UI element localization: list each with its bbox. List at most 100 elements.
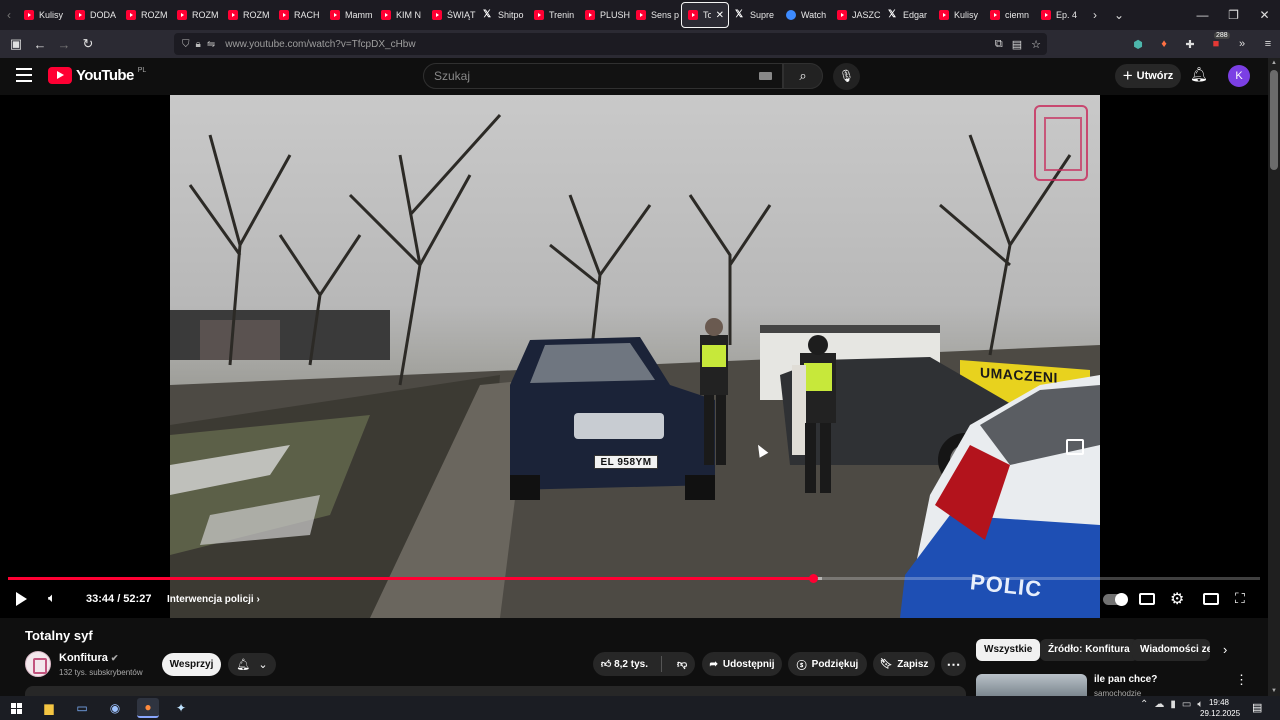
search-input[interactable]: Szukaj [423,63,783,89]
browser-tab[interactable]: KIM N [375,2,426,28]
video-frame[interactable]: EL 958YM UMACZENI POLIC [170,95,1100,618]
browser-tab[interactable]: 𝕏 Supre [729,2,780,28]
overflow-menu-icon[interactable]: » [1232,38,1252,50]
subtitles-icon[interactable] [1139,593,1155,605]
guide-menu-icon[interactable] [16,68,32,82]
app-menu-icon[interactable]: ≡ [1258,38,1278,50]
video-player[interactable]: EL 958YM UMACZENI POLIC 🔈︎ 33:44 / 52:27… [0,95,1268,618]
theater-mode-icon[interactable] [1203,593,1219,605]
close-tab-icon[interactable]: ✕ [716,10,724,21]
minimize-icon[interactable]: — [1187,8,1218,22]
autoplay-toggle[interactable] [1103,593,1128,606]
more-actions-icon[interactable]: ⋯ [941,652,966,676]
settings-gear-icon[interactable]: ⚙HD [1170,589,1184,609]
scroll-up-icon[interactable]: ▲ [1271,60,1277,66]
browser-tab[interactable]: Kulisy [933,2,984,28]
notifications-bell-icon[interactable]: 🔔︎ [1190,66,1208,83]
computer-icon[interactable]: ▭ [71,698,93,718]
keyboard-icon[interactable] [759,72,772,80]
account-avatar[interactable]: K [1228,65,1250,87]
firefox-icon[interactable]: ● [137,698,159,718]
steam-icon[interactable]: ◉ [104,698,126,718]
tray-overflow-icon[interactable]: ⌃ [1140,699,1148,710]
channel-name[interactable]: Konfitura ✔ [59,652,118,664]
picture-in-picture-icon[interactable]: ⧉ [995,38,1003,51]
notifications-icon[interactable]: ▤ [1252,701,1262,714]
progress-bar[interactable] [8,574,1260,583]
browser-tab[interactable]: ciemn [984,2,1035,28]
thanks-button[interactable]: ⓢ Podziękuj [788,652,867,676]
mic-tray-icon[interactable]: ▮ [1170,699,1176,710]
reload-icon[interactable]: ↻ [76,36,100,52]
support-button[interactable]: Wesprzyj [162,653,221,676]
share-button[interactable]: ➦ Udostępnij [702,652,782,676]
chip-news[interactable]: Wiadomości ze [1132,639,1210,661]
chip-all[interactable]: Wszystkie [976,639,1041,661]
search-button[interactable]: ⌕ [783,63,823,89]
browser-tab[interactable]: Mamm [324,2,375,28]
restore-icon[interactable]: ❐ [1218,8,1249,22]
counter-extension-icon[interactable]: ■ 288 [1206,32,1230,50]
browser-tab[interactable]: DODA [69,2,120,28]
browser-tab[interactable]: RACH [273,2,324,28]
scrollbar-thumb[interactable] [1270,70,1278,170]
fox-extension-icon[interactable]: ♦ [1154,38,1174,50]
address-bar[interactable]: ⛉ 🔒︎ ⇋ www.youtube.com/watch?v=TfcpDX_cH… [174,33,1047,55]
chip-source[interactable]: Źródło: Konfitura [1040,639,1138,661]
bookmark-star-icon[interactable]: ☆ [1031,38,1041,51]
display-icon[interactable]: ▭ [1182,699,1191,710]
save-button[interactable]: 🔖︎ Zapisz [873,652,935,676]
tab-scroll-right-icon[interactable]: › [1086,8,1104,22]
page-scrollbar[interactable]: ▲ ▼ [1268,58,1280,696]
close-window-icon[interactable]: ✕ [1249,8,1280,22]
voice-search-button[interactable]: 🎙︎ [833,63,860,90]
shield-extension-icon[interactable]: ⬢ [1128,38,1148,51]
tab-scroll-left-icon[interactable]: ‹ [0,8,18,22]
browser-tab[interactable]: PLUSH [579,2,630,28]
recommended-more-icon[interactable]: ⋮ [1235,672,1248,688]
scrubber-handle[interactable] [809,574,819,583]
browser-tab[interactable]: ROZM [222,2,273,28]
browser-tab[interactable]: Trenin [528,2,579,28]
satellite-app-icon[interactable]: ✦ [170,698,192,718]
youtube-logo[interactable]: YouTube PL [48,67,146,84]
browser-tab[interactable]: ROZM [171,2,222,28]
tab-list-dropdown-icon[interactable]: ⌄ [1110,8,1128,22]
subscription-notifications-button[interactable]: 🔔︎ ⌄ [228,653,276,676]
description-box[interactable] [25,686,966,696]
like-button[interactable]: 👍︎ 8,2 tys. [601,658,648,670]
volume-icon[interactable]: 🔈︎ [48,590,56,606]
browser-tab[interactable]: Sens p [630,2,681,28]
recommended-title[interactable]: ile pan chce? [1094,674,1157,685]
browser-tab[interactable]: 𝕏 Shitpo [477,2,528,28]
create-button[interactable]: + Utwórz [1115,64,1181,88]
browser-tab[interactable]: JASZC [831,2,882,28]
browser-tab[interactable]: Watch [780,2,831,28]
browser-tab[interactable]: 𝕏 Edgar [882,2,933,28]
miniplayer-icon[interactable] [1066,439,1084,455]
taskbar-clock[interactable]: 19:48 29.12.2025 [1200,697,1240,719]
extensions-puzzle-icon[interactable]: ✚ [1180,38,1200,51]
reader-view-icon[interactable]: ▤ [1012,38,1022,51]
back-icon[interactable]: ← [28,37,52,52]
browser-tab[interactable]: Ep. 4 [1035,2,1086,28]
fullscreen-icon[interactable]: ⛶ [1235,590,1245,607]
thumbs-down-icon[interactable]: 👎︎ [677,658,687,670]
forward-icon[interactable]: → [52,37,76,52]
permissions-icon[interactable]: ⇋ [207,39,215,50]
chevron-right-icon[interactable]: › [1223,642,1227,657]
network-cloud-icon[interactable]: ☁ [1154,699,1164,710]
browser-tab[interactable]: Tot ✕ [681,2,729,28]
chapter-button[interactable]: Interwencja policji › [167,594,260,605]
play-icon[interactable] [16,592,27,606]
recommended-thumbnail[interactable] [976,674,1087,696]
scroll-down-icon[interactable]: ▼ [1271,688,1277,694]
file-explorer-icon[interactable]: ▆ [38,698,60,718]
browser-tab[interactable]: Kulisy [18,2,69,28]
channel-avatar[interactable] [25,651,51,677]
windows-start-icon[interactable] [5,698,27,718]
sidebar-toggle-icon[interactable]: ▣ [4,36,28,52]
channel-watermark-icon[interactable] [1034,105,1088,181]
browser-tab[interactable]: ŚWIĄT [426,2,477,28]
browser-tab[interactable]: ROZM [120,2,171,28]
